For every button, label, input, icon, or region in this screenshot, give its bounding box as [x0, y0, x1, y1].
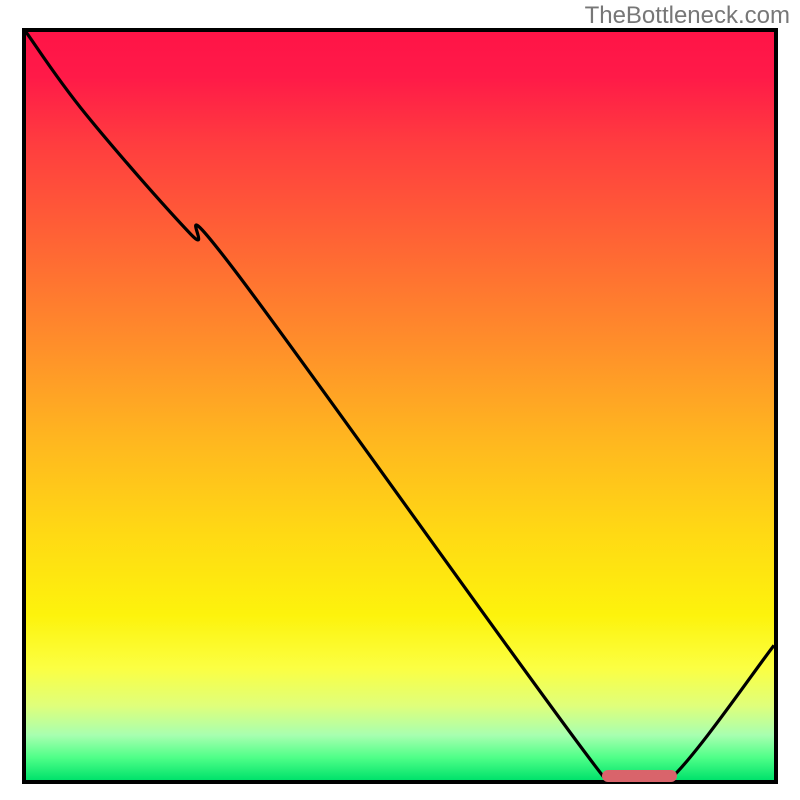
bottleneck-curve	[26, 32, 774, 780]
watermark-text: TheBottleneck.com	[585, 2, 790, 30]
plot-area	[22, 28, 778, 784]
chart-container: TheBottleneck.com	[0, 0, 800, 800]
optimal-range-marker	[602, 770, 677, 782]
